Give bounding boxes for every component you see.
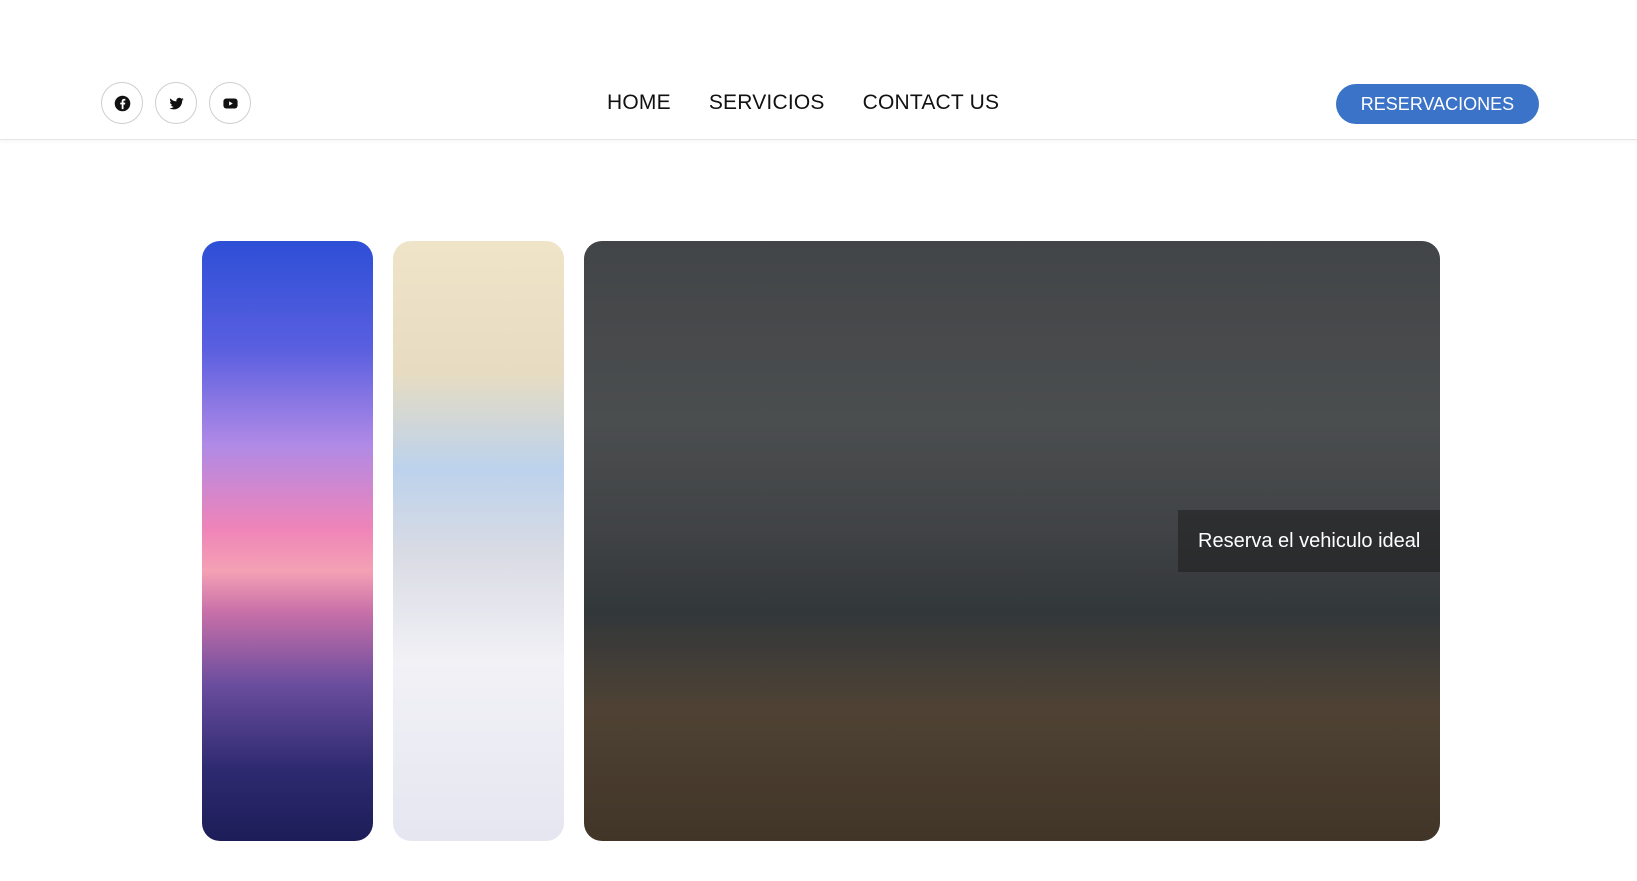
main-nav: HOME SERVICIOS CONTACT US	[607, 90, 999, 116]
gallery-panel-sunset-boat[interactable]	[202, 241, 373, 841]
facebook-icon	[114, 95, 131, 112]
gallery-panel-vintage-car[interactable]: Reserva el vehiculo ideal	[584, 241, 1440, 841]
facebook-link[interactable]	[101, 82, 143, 124]
gallery-panel-relax[interactable]	[393, 241, 564, 841]
social-links	[101, 82, 251, 124]
youtube-icon	[222, 95, 239, 112]
youtube-link[interactable]	[209, 82, 251, 124]
nav-home[interactable]: HOME	[607, 90, 671, 116]
site-header: HOME SERVICIOS CONTACT US RESERVACIONES	[0, 0, 1637, 140]
gallery-caption: Reserva el vehiculo ideal	[1178, 510, 1440, 572]
twitter-icon	[168, 95, 185, 112]
reservaciones-button[interactable]: RESERVACIONES	[1336, 84, 1539, 124]
twitter-link[interactable]	[155, 82, 197, 124]
nav-contact-us[interactable]: CONTACT US	[863, 90, 1000, 116]
nav-servicios[interactable]: SERVICIOS	[709, 90, 825, 116]
